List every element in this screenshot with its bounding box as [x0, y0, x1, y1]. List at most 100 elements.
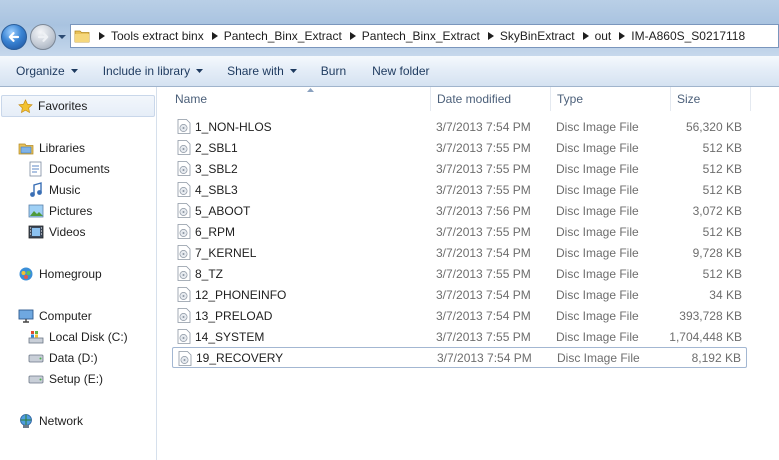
file-size: 512 KB	[702, 224, 742, 239]
nav-homegroup[interactable]: Homegroup	[18, 264, 102, 284]
share-with-label: Share with	[227, 64, 284, 78]
breadcrumb-label[interactable]: Pantech_Binx_Extract	[223, 29, 345, 43]
column-header-size[interactable]: Size	[671, 87, 751, 111]
disc-image-file-icon	[177, 308, 191, 323]
disc-image-file-icon	[177, 266, 191, 281]
breadcrumb-item[interactable]: out	[594, 25, 631, 47]
include-in-library-button[interactable]: Include in library	[95, 59, 211, 83]
breadcrumb-item[interactable]: SkyBinExtract	[499, 25, 594, 47]
sort-ascending-icon	[307, 88, 314, 92]
file-row[interactable]: 12_PHONEINFO 3/7/2013 7:54 PM Disc Image…	[172, 284, 747, 305]
file-date-modified: 3/7/2013 7:54 PM	[436, 308, 531, 323]
file-type: Disc Image File	[556, 182, 639, 197]
file-row[interactable]: 1_NON-HLOS 3/7/2013 7:54 PM Disc Image F…	[172, 116, 747, 137]
breadcrumb-item[interactable]: Pantech_Binx_Extract	[223, 25, 361, 47]
column-header-type[interactable]: Type	[551, 87, 671, 111]
pictures-icon	[28, 203, 44, 219]
breadcrumb-label[interactable]: Tools extract binx	[110, 29, 207, 43]
file-size: 512 KB	[702, 161, 742, 176]
organize-button[interactable]: Organize	[8, 59, 86, 83]
nav-local-disk[interactable]: Local Disk (C:)	[28, 327, 128, 347]
file-row[interactable]: 5_ABOOT 3/7/2013 7:56 PM Disc Image File…	[172, 200, 747, 221]
nav-computer[interactable]: Computer	[18, 306, 92, 326]
forward-button[interactable]	[30, 24, 56, 50]
file-row[interactable]: 4_SBL3 3/7/2013 7:55 PM Disc Image File …	[172, 179, 747, 200]
nav-data-drive-label: Data (D:)	[49, 351, 98, 365]
file-row[interactable]: 14_SYSTEM 3/7/2013 7:55 PM Disc Image Fi…	[172, 326, 747, 347]
new-folder-button[interactable]: New folder	[364, 59, 437, 83]
hard-drive-icon	[28, 371, 44, 387]
breadcrumb-label[interactable]: SkyBinExtract	[499, 29, 578, 43]
file-row[interactable]: 6_RPM 3/7/2013 7:55 PM Disc Image File 5…	[172, 221, 747, 242]
breadcrumb-separator-icon[interactable]	[345, 25, 361, 47]
file-row[interactable]: 3_SBL2 3/7/2013 7:55 PM Disc Image File …	[172, 158, 747, 179]
breadcrumb-separator-icon[interactable]	[614, 25, 630, 47]
share-with-button[interactable]: Share with	[219, 59, 305, 83]
breadcrumb-root[interactable]	[94, 25, 110, 47]
breadcrumb-item[interactable]: IM-A860S_S0217118	[630, 25, 748, 47]
nav-libraries-label: Libraries	[39, 141, 86, 155]
file-list-view: Name Date modified Type Size 1_NON-HLOS …	[158, 87, 779, 460]
libraries-icon	[18, 140, 34, 156]
breadcrumb-label[interactable]: Pantech_Binx_Extract	[361, 29, 483, 43]
breadcrumb-separator-icon[interactable]	[94, 25, 110, 47]
nav-setup-drive[interactable]: Setup (E:)	[28, 369, 103, 389]
nav-network[interactable]: Network	[18, 411, 83, 431]
file-name: 2_SBL1	[195, 140, 238, 155]
column-header-name[interactable]: Name	[169, 87, 431, 111]
address-bar[interactable]: Tools extract binx Pantech_Binx_Extract …	[70, 24, 779, 48]
file-size: 56,320 KB	[685, 119, 742, 134]
file-size: 1,704,448 KB	[669, 329, 742, 344]
file-name: 19_RECOVERY	[196, 350, 284, 365]
file-name: 12_PHONEINFO	[195, 287, 287, 302]
nav-documents[interactable]: Documents	[28, 159, 110, 179]
disc-image-file-icon	[177, 224, 191, 239]
music-icon	[28, 182, 44, 198]
disc-image-file-icon	[177, 203, 191, 218]
breadcrumb-separator-icon[interactable]	[578, 25, 594, 47]
column-header-name-label: Name	[175, 92, 208, 106]
column-header-date-modified[interactable]: Date modified	[431, 87, 551, 111]
breadcrumb-label[interactable]: out	[594, 29, 615, 43]
file-type: Disc Image File	[556, 119, 639, 134]
recent-pages-dropdown[interactable]	[58, 33, 66, 41]
nav-homegroup-label: Homegroup	[39, 267, 102, 281]
nav-computer-label: Computer	[39, 309, 92, 323]
file-size: 512 KB	[702, 266, 742, 281]
nav-videos-label: Videos	[49, 225, 86, 239]
breadcrumb-item[interactable]: Tools extract binx	[110, 25, 223, 47]
file-row[interactable]: 7_KERNEL 3/7/2013 7:54 PM Disc Image Fil…	[172, 242, 747, 263]
breadcrumb-label[interactable]: IM-A860S_S0217118	[630, 29, 748, 43]
new-folder-label: New folder	[372, 64, 430, 78]
breadcrumb-item[interactable]: Pantech_Binx_Extract	[361, 25, 499, 47]
file-type: Disc Image File	[556, 329, 639, 344]
nav-local-disk-label: Local Disk (C:)	[49, 330, 128, 344]
file-name: 1_NON-HLOS	[195, 119, 272, 134]
back-button[interactable]	[1, 24, 27, 50]
nav-pictures[interactable]: Pictures	[28, 201, 92, 221]
file-date-modified: 3/7/2013 7:55 PM	[436, 161, 531, 176]
nav-favorites[interactable]: Favorites	[1, 95, 155, 117]
file-size: 9,728 KB	[692, 245, 742, 260]
nav-videos[interactable]: Videos	[28, 222, 85, 242]
nav-music[interactable]: Music	[28, 180, 80, 200]
nav-data-drive[interactable]: Data (D:)	[28, 348, 98, 368]
file-type: Disc Image File	[556, 287, 639, 302]
file-row[interactable]: 13_PRELOAD 3/7/2013 7:54 PM Disc Image F…	[172, 305, 747, 326]
nav-libraries[interactable]: Libraries	[18, 138, 85, 158]
chevron-down-icon	[289, 69, 297, 73]
nav-setup-drive-label: Setup (E:)	[49, 372, 104, 386]
file-type: Disc Image File	[556, 203, 639, 218]
breadcrumb-separator-icon[interactable]	[483, 25, 499, 47]
file-size: 393,728 KB	[679, 308, 742, 323]
file-row[interactable]: 2_SBL1 3/7/2013 7:55 PM Disc Image File …	[172, 137, 747, 158]
burn-button[interactable]: Burn	[313, 59, 354, 83]
file-date-modified: 3/7/2013 7:54 PM	[436, 245, 531, 260]
disc-image-file-icon	[177, 329, 191, 344]
file-type: Disc Image File	[557, 350, 640, 365]
disc-image-file-icon	[178, 351, 192, 366]
file-row-selected[interactable]: 19_RECOVERY 3/7/2013 7:54 PM Disc Image …	[172, 347, 747, 368]
file-row[interactable]: 8_TZ 3/7/2013 7:55 PM Disc Image File 51…	[172, 263, 747, 284]
breadcrumb-separator-icon[interactable]	[207, 25, 223, 47]
file-type: Disc Image File	[556, 161, 639, 176]
